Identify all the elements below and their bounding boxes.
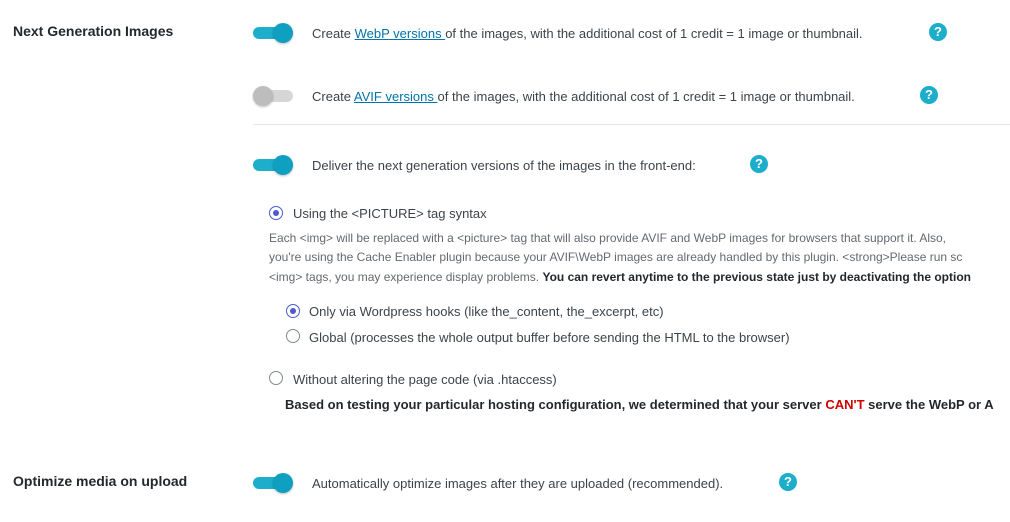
webp-help-icon[interactable]: ? bbox=[929, 23, 947, 41]
htaccess-note-suffix: serve the WebP or A bbox=[864, 397, 994, 412]
htaccess-note-prefix: Based on testing your particular hosting… bbox=[285, 397, 826, 412]
picture-tag-desc-line2: you're using the Cache Enabler plugin be… bbox=[269, 250, 963, 264]
avif-suffix: of the images, with the additional cost … bbox=[437, 89, 855, 104]
wordpress-hooks-label[interactable]: Only via Wordpress hooks (like the_conte… bbox=[309, 304, 664, 319]
optimize-upload-toggle-knob bbox=[273, 473, 293, 493]
deliver-toggle[interactable] bbox=[253, 155, 293, 175]
avif-prefix: Create bbox=[312, 89, 354, 104]
avif-toggle[interactable] bbox=[253, 86, 293, 106]
webp-suffix: of the images, with the additional cost … bbox=[445, 26, 863, 41]
next-gen-images-label: Next Generation Images bbox=[13, 23, 174, 39]
optimize-upload-toggle[interactable] bbox=[253, 473, 293, 493]
picture-tag-desc-line3-normal: <img> tags, you may experience display p… bbox=[269, 270, 543, 284]
deliver-toggle-knob bbox=[273, 155, 293, 175]
picture-tag-label[interactable]: Using the <PICTURE> tag syntax bbox=[293, 206, 487, 221]
wordpress-hooks-radio[interactable] bbox=[286, 304, 300, 318]
webp-toggle-knob bbox=[273, 23, 293, 43]
avif-versions-link[interactable]: AVIF versions bbox=[354, 89, 438, 104]
htaccess-label[interactable]: Without altering the page code (via .hta… bbox=[293, 372, 557, 387]
htaccess-server-note: Based on testing your particular hosting… bbox=[285, 397, 994, 412]
section-divider bbox=[253, 124, 1010, 125]
avif-description: Create AVIF versions of the images, with… bbox=[312, 89, 855, 104]
picture-tag-radio[interactable] bbox=[269, 206, 283, 220]
webp-prefix: Create bbox=[312, 26, 355, 41]
optimize-upload-label: Optimize media on upload bbox=[13, 473, 188, 489]
optimize-upload-help-icon[interactable]: ? bbox=[779, 473, 797, 491]
avif-help-icon[interactable]: ? bbox=[920, 86, 938, 104]
global-buffer-label[interactable]: Global (processes the whole output buffe… bbox=[309, 330, 790, 345]
picture-tag-desc-line3: <img> tags, you may experience display p… bbox=[269, 270, 971, 284]
webp-versions-link[interactable]: WebP versions bbox=[355, 26, 446, 41]
optimize-upload-description: Automatically optimize images after they… bbox=[312, 476, 724, 491]
picture-tag-desc-line1: Each <img> will be replaced with a <pict… bbox=[269, 231, 947, 245]
webp-toggle[interactable] bbox=[253, 23, 293, 43]
deliver-description: Deliver the next generation versions of … bbox=[312, 158, 696, 173]
htaccess-radio[interactable] bbox=[269, 371, 283, 385]
avif-toggle-knob bbox=[253, 86, 273, 106]
picture-tag-desc-revert-note: You can revert anytime to the previous s… bbox=[542, 270, 971, 284]
webp-description: Create WebP versions of the images, with… bbox=[312, 26, 863, 41]
global-buffer-radio[interactable] bbox=[286, 329, 300, 343]
cant-warning: CAN'T bbox=[825, 397, 865, 412]
deliver-help-icon[interactable]: ? bbox=[750, 155, 768, 173]
